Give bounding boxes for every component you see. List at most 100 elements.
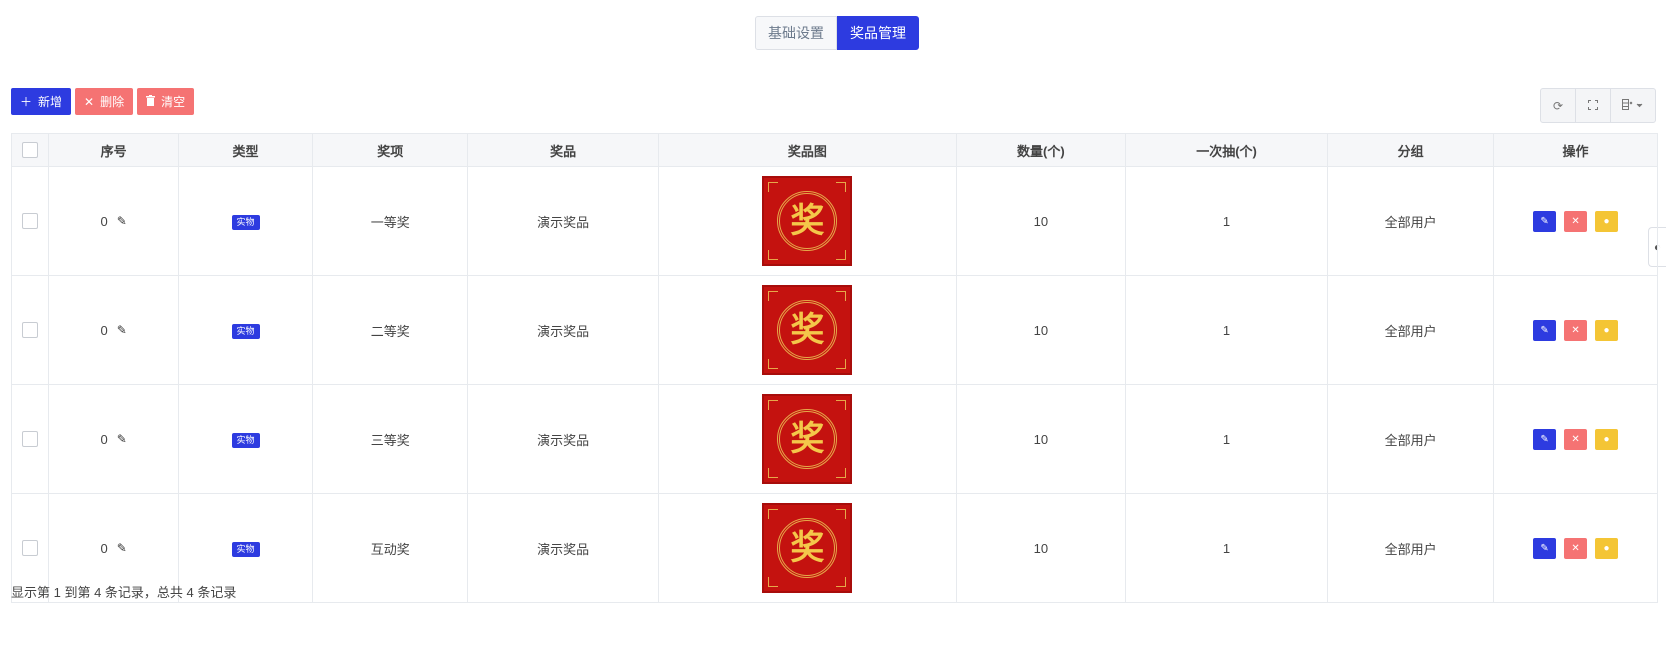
group-cell: 全部用户	[1327, 166, 1495, 276]
quantity-cell: 10	[955, 275, 1126, 385]
tab-basic-settings[interactable]: 基础设置	[755, 16, 837, 50]
column-header[interactable]: 操作	[1493, 133, 1658, 167]
type-cell: 实物	[178, 384, 314, 494]
delete-row-button[interactable]: ✕	[1564, 428, 1588, 450]
edit-button[interactable]: ✎	[1533, 210, 1557, 232]
table-row: 0 ✎ 实物 一等奖 演示奖品 奖 10 1 全部用户 ✎ ✕ ●	[10, 166, 1658, 276]
row-select-cell	[10, 275, 50, 385]
select-all-cell	[10, 133, 50, 167]
user-button[interactable]: ●	[1595, 319, 1619, 341]
delete-row-button[interactable]: ✕	[1564, 319, 1588, 341]
refresh-icon: ⟳	[1552, 98, 1564, 113]
prize-image[interactable]: 奖	[762, 285, 853, 375]
user-button[interactable]: ●	[1595, 537, 1619, 559]
select-all-checkbox[interactable]	[22, 142, 39, 159]
edit-button[interactable]: ✎	[1533, 537, 1557, 559]
delete-button[interactable]: ✕ 删除	[75, 88, 134, 115]
prize-image-cell: 奖	[657, 275, 957, 385]
prize-image-char: 奖	[790, 310, 825, 350]
user-icon: ●	[1603, 215, 1610, 227]
table-row: 0 ✎ 实物 二等奖 演示奖品 奖 10 1 全部用户 ✎ ✕ ●	[10, 275, 1658, 385]
fullscreen-icon	[1588, 99, 1598, 113]
prize-image[interactable]: 奖	[762, 176, 853, 266]
prize-cell: 演示奖品	[467, 275, 659, 385]
pencil-icon: ✎	[1540, 215, 1549, 227]
seq-value: 0	[100, 431, 108, 447]
prize-image-cell: 奖	[657, 166, 957, 276]
award-cell: 三等奖	[312, 384, 469, 494]
seq-value: 0	[100, 540, 108, 556]
column-header[interactable]: 奖项	[312, 133, 469, 167]
prize-cell: 演示奖品	[467, 493, 659, 603]
column-header[interactable]: 分组	[1327, 133, 1495, 167]
row-checkbox[interactable]	[22, 213, 39, 230]
user-button[interactable]: ●	[1595, 428, 1619, 450]
prize-image[interactable]: 奖	[762, 394, 853, 484]
column-header[interactable]: 数量(个)	[955, 133, 1126, 167]
trash-icon	[146, 95, 156, 108]
clear-button[interactable]: 清空	[137, 88, 195, 115]
group-cell: 全部用户	[1327, 384, 1495, 494]
per-draw-cell: 1	[1124, 493, 1329, 603]
group-cell: 全部用户	[1327, 493, 1495, 603]
delete-row-button[interactable]: ✕	[1564, 537, 1588, 559]
quantity-cell: 10	[955, 166, 1126, 276]
seq-value: 0	[100, 322, 108, 338]
add-button[interactable]: ＋ 新增	[11, 88, 72, 115]
award-cell: 二等奖	[312, 275, 469, 385]
tab-prize-management[interactable]: 奖品管理	[837, 16, 919, 50]
column-header[interactable]: 一次抽(个)	[1124, 133, 1329, 167]
seq-cell: 0 ✎	[48, 384, 180, 494]
edit-button[interactable]: ✎	[1533, 428, 1557, 450]
prize-image-cell: 奖	[657, 384, 957, 494]
refresh-button[interactable]: ⟳	[1541, 89, 1576, 122]
row-select-cell	[10, 384, 50, 494]
actions-cell: ✎ ✕ ●	[1493, 275, 1658, 385]
prize-image-char: 奖	[790, 201, 825, 241]
prize-table: 序号 类型 奖项 奖品 奖品图 数量(个) 一次抽(个) 分组 操作 0 ✎ 实物…	[10, 133, 1658, 603]
row-checkbox[interactable]	[22, 322, 39, 339]
row-select-cell	[10, 166, 50, 276]
seq-cell: 0 ✎	[48, 275, 180, 385]
actions-cell: ✎ ✕ ●	[1493, 166, 1658, 276]
edit-seq-pencil-icon[interactable]: ✎	[117, 541, 127, 555]
edit-seq-pencil-icon[interactable]: ✎	[117, 214, 127, 228]
fullscreen-button[interactable]	[1576, 89, 1611, 122]
edit-button[interactable]: ✎	[1533, 319, 1557, 341]
toolbar: ＋ 新增 ✕ 删除 清空	[11, 88, 195, 115]
type-badge: 实物	[231, 214, 260, 230]
column-header[interactable]: 序号	[48, 133, 180, 167]
column-header[interactable]: 类型	[178, 133, 314, 167]
actions-cell: ✎ ✕ ●	[1493, 493, 1658, 603]
user-button[interactable]: ●	[1595, 210, 1619, 232]
pencil-icon: ✎	[1540, 324, 1549, 336]
clear-button-label: 清空	[161, 95, 186, 109]
seq-value: 0	[100, 213, 108, 229]
group-cell: 全部用户	[1327, 275, 1495, 385]
x-icon: ✕	[1571, 215, 1580, 227]
columns-toggle-button[interactable]	[1611, 89, 1655, 122]
delete-button-label: 删除	[100, 95, 125, 109]
column-header[interactable]: 奖品	[467, 133, 659, 167]
quantity-cell: 10	[955, 493, 1126, 603]
award-cell: 一等奖	[312, 166, 469, 276]
x-icon: ✕	[1571, 542, 1580, 554]
per-draw-cell: 1	[1124, 384, 1329, 494]
type-cell: 实物	[178, 166, 314, 276]
plus-icon: ＋	[20, 94, 33, 109]
column-header[interactable]: 奖品图	[657, 133, 957, 167]
pagination-summary: 显示第 1 到第 4 条记录，总共 4 条记录	[11, 585, 237, 600]
type-badge: 实物	[231, 323, 260, 339]
edit-seq-pencil-icon[interactable]: ✎	[117, 432, 127, 446]
prize-image[interactable]: 奖	[762, 503, 853, 593]
edit-seq-pencil-icon[interactable]: ✎	[117, 323, 127, 337]
delete-row-button[interactable]: ✕	[1564, 210, 1588, 232]
prize-image-cell: 奖	[657, 493, 957, 603]
prize-cell: 演示奖品	[467, 384, 659, 494]
row-checkbox[interactable]	[22, 431, 39, 448]
pencil-icon: ✎	[1540, 542, 1549, 554]
x-icon: ✕	[1571, 324, 1580, 336]
prize-cell: 演示奖品	[467, 166, 659, 276]
row-checkbox[interactable]	[22, 540, 39, 557]
quantity-cell: 10	[955, 384, 1126, 494]
